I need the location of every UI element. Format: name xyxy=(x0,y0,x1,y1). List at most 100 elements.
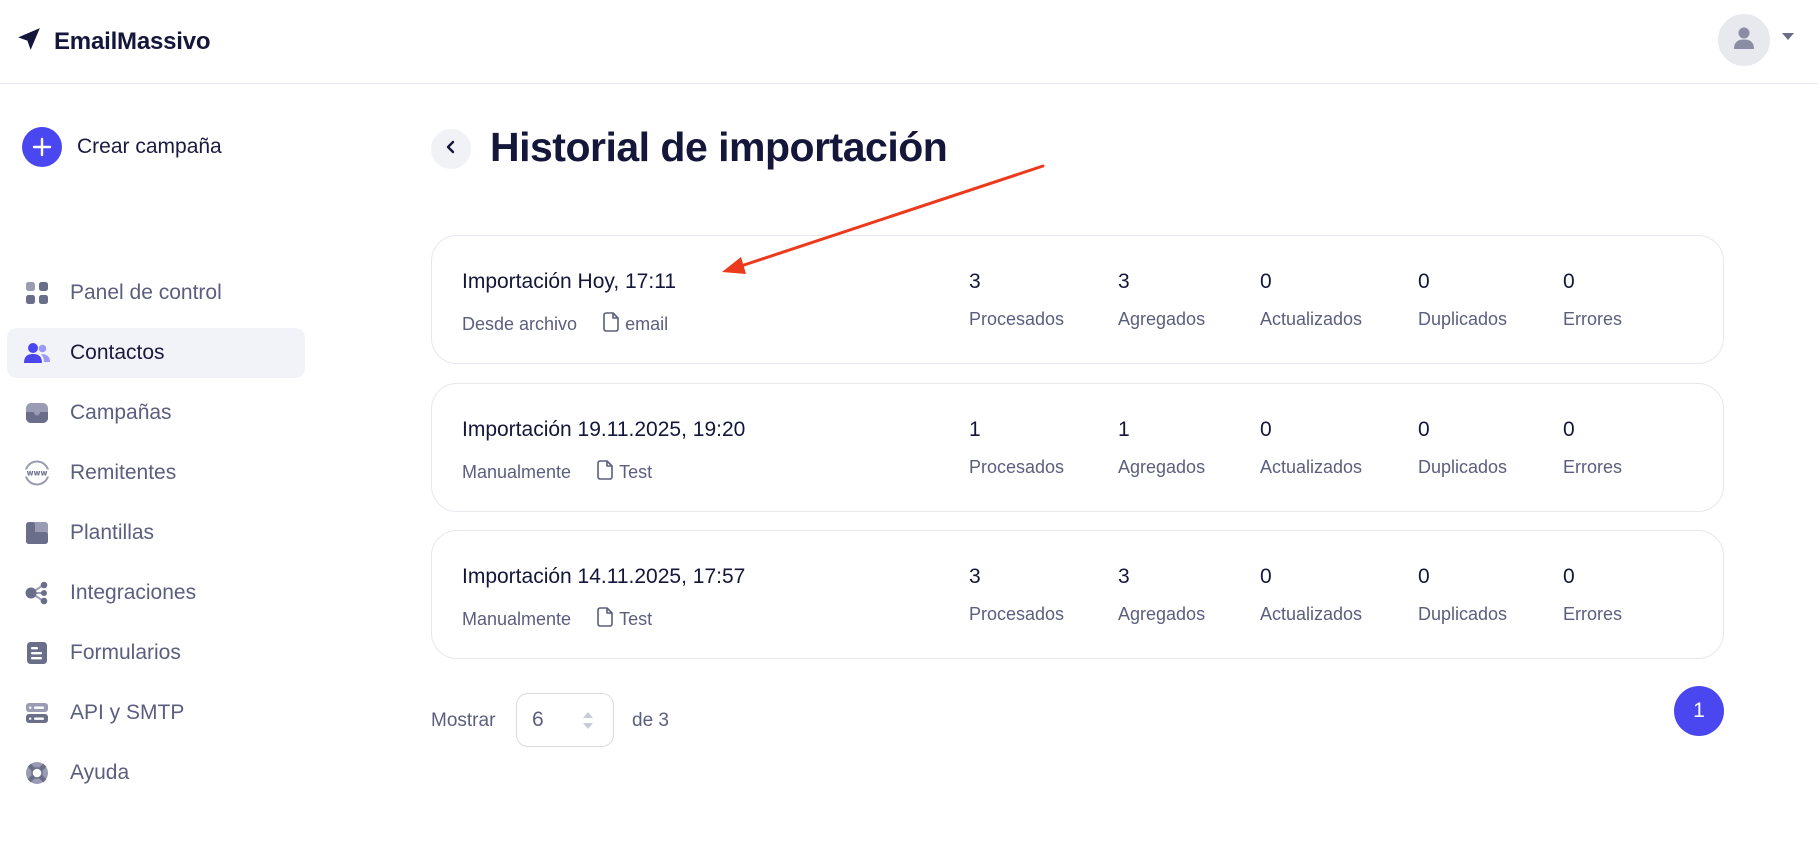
stat-value: 3 xyxy=(1118,565,1130,588)
server-icon xyxy=(24,700,50,726)
sidebar-item-ayuda[interactable]: Ayuda xyxy=(7,748,305,798)
brand-logo[interactable]: EmailMassivo xyxy=(16,26,211,57)
stat-label: Agregados xyxy=(1118,309,1206,329)
stat-added: 3 Agregados xyxy=(1118,270,1205,330)
sidebar-item-label: API y SMTP xyxy=(70,701,185,724)
grid-icon xyxy=(24,280,50,306)
stat-duplicates: 0 Duplicados xyxy=(1418,270,1507,330)
user-icon xyxy=(1733,26,1755,55)
sidebar-item-label: Ayuda xyxy=(70,761,130,784)
import-title: Importación 19.11.2025, 19:20 xyxy=(462,418,746,441)
chevron-left-icon xyxy=(444,140,458,159)
import-card[interactable]: Importación Hoy, 17:11 Desde archivo ema… xyxy=(431,235,1724,364)
stat-label: Agregados xyxy=(1118,604,1206,624)
page-title: Historial de importación xyxy=(490,124,948,170)
import-file-name: email xyxy=(625,314,669,334)
stat-updated: 0 Actualizados xyxy=(1260,418,1362,478)
stat-value: 0 xyxy=(1260,565,1272,588)
paper-plane-icon xyxy=(16,26,42,57)
sidebar-item-label: Contactos xyxy=(70,341,165,364)
sidebar-item-label: Integraciones xyxy=(70,581,197,604)
stat-value: 3 xyxy=(969,270,981,293)
stat-added: 1 Agregados xyxy=(1118,418,1205,478)
stat-updated: 0 Actualizados xyxy=(1260,270,1362,330)
stat-value: 3 xyxy=(969,565,981,588)
stat-label: Duplicados xyxy=(1418,457,1508,477)
stat-processed: 3 Procesados xyxy=(969,565,1064,625)
www-globe-icon: www xyxy=(24,460,50,486)
stat-value: 0 xyxy=(1418,418,1430,441)
stat-value: 0 xyxy=(1563,418,1575,441)
stat-label: Actualizados xyxy=(1260,457,1363,477)
import-title: Importación 14.11.2025, 17:57 xyxy=(462,565,746,588)
user-avatar[interactable] xyxy=(1718,14,1770,66)
page-button-1[interactable]: 1 xyxy=(1674,686,1724,736)
show-label: Mostrar xyxy=(431,710,496,731)
file-icon xyxy=(597,607,613,632)
sidebar-item-api-smtp[interactable]: API y SMTP xyxy=(7,688,305,738)
import-file: Test xyxy=(597,607,652,632)
top-bar: EmailMassivo xyxy=(0,0,1818,84)
back-button[interactable] xyxy=(431,129,471,169)
sidebar-item-plantillas[interactable]: Plantillas xyxy=(7,508,305,558)
lifebuoy-icon xyxy=(24,760,50,786)
stat-value: 1 xyxy=(1118,418,1130,441)
import-file: email xyxy=(603,312,668,337)
stat-added: 3 Agregados xyxy=(1118,565,1205,625)
sidebar-item-label: Panel de control xyxy=(70,281,222,304)
import-file-name: Test xyxy=(619,609,653,629)
stat-label: Procesados xyxy=(969,309,1065,329)
stat-label: Errores xyxy=(1563,457,1623,477)
import-card[interactable]: Importación 14.11.2025, 17:57 Manualment… xyxy=(431,530,1724,659)
per-page-value: 6 xyxy=(532,708,544,731)
sidebar-item-contactos[interactable]: Contactos xyxy=(7,328,305,378)
per-page-stepper[interactable]: 6 xyxy=(516,693,614,747)
import-source: Desde archivo email xyxy=(462,312,668,337)
stat-label: Errores xyxy=(1563,604,1623,624)
inbox-icon xyxy=(24,400,50,426)
stat-value: 1 xyxy=(969,418,981,441)
sidebar-item-label: Remitentes xyxy=(70,461,177,484)
chevron-down-icon[interactable] xyxy=(1782,33,1794,40)
plus-icon xyxy=(22,127,62,167)
sidebar-item-integraciones[interactable]: Integraciones xyxy=(7,568,305,618)
sidebar-item-panel-de-control[interactable]: Panel de control xyxy=(7,268,305,318)
file-icon xyxy=(597,460,613,485)
stat-processed: 1 Procesados xyxy=(969,418,1064,478)
import-source: Manualmente Test xyxy=(462,460,652,485)
sidebar-item-campanas[interactable]: Campañas xyxy=(7,388,305,438)
sidebar-nav: Panel de control Contactos Campañas www … xyxy=(7,268,305,808)
app-name: EmailMassivo xyxy=(54,27,211,55)
sidebar-item-remitentes[interactable]: www Remitentes xyxy=(7,448,305,498)
stat-value: 0 xyxy=(1563,565,1575,588)
users-icon xyxy=(24,340,50,366)
sidebar-item-label: Campañas xyxy=(70,401,172,424)
sidebar-item-label: Plantillas xyxy=(70,521,155,544)
templates-icon xyxy=(24,520,50,546)
sidebar: Crear campaña Panel de control Contactos… xyxy=(0,84,320,867)
stat-errors: 0 Errores xyxy=(1563,270,1622,330)
stat-duplicates: 0 Duplicados xyxy=(1418,418,1507,478)
stat-label: Actualizados xyxy=(1260,309,1363,329)
stat-duplicates: 0 Duplicados xyxy=(1418,565,1507,625)
spinner-arrows-icon[interactable] xyxy=(582,711,594,730)
stat-label: Procesados xyxy=(969,457,1065,477)
import-card[interactable]: Importación 19.11.2025, 19:20 Manualment… xyxy=(431,383,1724,512)
stat-label: Procesados xyxy=(969,604,1065,624)
stat-label: Agregados xyxy=(1118,457,1206,477)
import-source-label: Manualmente xyxy=(462,609,572,629)
svg-text:www: www xyxy=(27,469,48,478)
create-campaign-button[interactable]: Crear campaña xyxy=(22,127,222,167)
stat-label: Duplicados xyxy=(1418,309,1508,329)
stat-label: Errores xyxy=(1563,309,1623,329)
integrations-icon xyxy=(24,580,50,606)
stat-errors: 0 Errores xyxy=(1563,565,1622,625)
stat-updated: 0 Actualizados xyxy=(1260,565,1362,625)
import-source: Manualmente Test xyxy=(462,607,652,632)
sidebar-item-formularios[interactable]: Formularios xyxy=(7,628,305,678)
stat-value: 0 xyxy=(1260,418,1272,441)
stat-value: 0 xyxy=(1418,270,1430,293)
total-label: de 3 xyxy=(632,710,669,731)
stat-value: 3 xyxy=(1118,270,1130,293)
import-source-label: Desde archivo xyxy=(462,314,578,334)
